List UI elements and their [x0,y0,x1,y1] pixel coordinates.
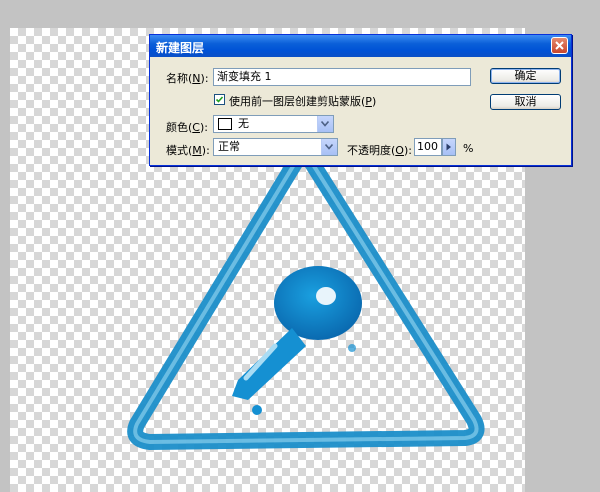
color-label: 颜色(C): [166,121,208,134]
chevron-right-icon [446,143,451,151]
mode-value: 正常 [218,140,240,153]
new-layer-dialog: 新建图层 名称(N): 渐变填充 1 使用前一图层创建剪贴蒙版(P) 颜色(C)… [149,34,572,166]
mode-label: 模式(M): [166,144,210,157]
dialog-title: 新建图层 [156,41,205,55]
mode-select[interactable]: 正常 [213,138,338,156]
name-input[interactable]: 渐变填充 1 [213,68,471,86]
dialog-titlebar[interactable]: 新建图层 [150,35,571,57]
color-value: 无 [238,117,249,130]
key-shaft [232,328,306,400]
checkmark-icon [215,96,224,103]
color-select[interactable]: 无 [213,115,334,133]
opacity-unit: % [463,142,474,155]
chevron-down-icon [325,144,333,150]
key-head [274,266,362,340]
opacity-label: 不透明度(O): [347,144,412,157]
clip-mask-checkbox[interactable] [214,94,225,105]
opacity-input[interactable]: 100 [414,138,442,156]
cancel-button[interactable]: 取消 [490,94,561,110]
mode-dropdown-arrow[interactable] [321,139,337,155]
close-button[interactable] [551,37,568,54]
color-swatch [218,118,232,130]
color-dropdown-arrow[interactable] [317,116,333,132]
clip-mask-label[interactable]: 使用前一图层创建剪贴蒙版(P) [229,93,376,109]
opacity-slider-button[interactable] [442,138,456,156]
ok-button[interactable]: 确定 [490,68,561,84]
chevron-down-icon [321,121,329,127]
name-label: 名称(N): [166,72,209,85]
close-icon [555,41,564,50]
